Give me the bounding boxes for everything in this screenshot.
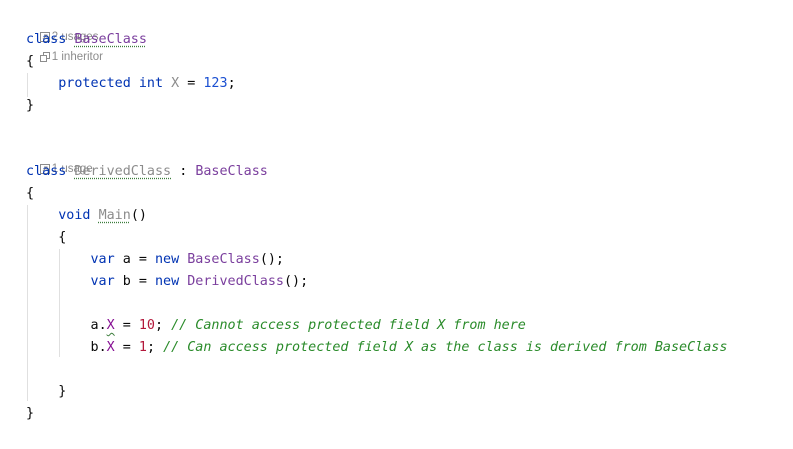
code-line: }: [26, 381, 66, 403]
brace: {: [26, 54, 35, 69]
type-reference[interactable]: BaseClass: [187, 252, 260, 267]
code-line: {: [26, 51, 34, 73]
brace: }: [58, 384, 67, 399]
keyword: protected: [58, 76, 131, 91]
semicolon: ;: [227, 76, 236, 91]
class-name[interactable]: BaseClass: [74, 32, 147, 47]
keyword: var: [90, 274, 115, 289]
variable-name[interactable]: a: [91, 318, 99, 333]
keyword: int: [138, 76, 164, 91]
semicolon: ;: [146, 340, 155, 355]
variable-name[interactable]: a: [123, 252, 131, 267]
comment: // Can access protected field X as the c…: [163, 340, 728, 355]
code-line: protected int X = 123;: [26, 73, 236, 95]
keyword: class: [26, 164, 67, 179]
code-vision-hints: 2 usages 1 inheritor: [27, 10, 114, 63]
variable-name[interactable]: b: [123, 274, 131, 289]
code-line: class DerivedClass : BaseClass: [26, 161, 268, 183]
code-line: }: [26, 95, 34, 117]
code-editor[interactable]: 2 usages 1 inheritor class BaseClass { p…: [0, 0, 793, 449]
operator: =: [187, 76, 196, 91]
inheritor-icon: [39, 52, 50, 62]
brace: {: [26, 186, 35, 201]
code-line: a.X = 10; // Cannot access protected fie…: [26, 315, 526, 337]
code-vision-hints: 1 usage: [27, 142, 104, 175]
call-end: ();: [259, 252, 284, 267]
code-line: var a = new BaseClass();: [26, 249, 285, 271]
dot: .: [98, 318, 107, 333]
number-literal: 10: [138, 318, 155, 333]
keyword: class: [26, 32, 67, 47]
field-name[interactable]: X: [171, 76, 179, 91]
type-reference[interactable]: DerivedClass: [187, 274, 284, 289]
base-type-reference[interactable]: BaseClass: [195, 164, 268, 179]
keyword: new: [155, 252, 180, 267]
operator: =: [122, 318, 131, 333]
variable-name[interactable]: b: [91, 340, 99, 355]
number-literal: 1: [138, 340, 147, 355]
code-line: }: [26, 403, 34, 425]
parens: (): [130, 208, 147, 223]
code-line: void Main(): [26, 205, 147, 227]
code-line: class BaseClass: [26, 29, 147, 51]
code-line: {: [26, 183, 34, 205]
keyword: new: [155, 274, 180, 289]
operator: =: [138, 274, 147, 289]
dot: .: [98, 340, 107, 355]
class-name[interactable]: DerivedClass: [74, 164, 171, 179]
comment: // Cannot access protected field X from …: [171, 318, 526, 333]
operator: =: [122, 340, 131, 355]
colon: :: [179, 164, 188, 179]
field-reference[interactable]: X: [107, 340, 115, 355]
code-line: {: [26, 227, 66, 249]
keyword: var: [90, 252, 115, 267]
call-end: ();: [284, 274, 309, 289]
brace: }: [26, 406, 35, 421]
keyword: void: [58, 208, 91, 223]
code-line: var b = new DerivedClass();: [26, 271, 309, 293]
semicolon: ;: [155, 318, 164, 333]
field-reference-error[interactable]: X: [107, 318, 115, 333]
operator: =: [138, 252, 147, 267]
method-name[interactable]: Main: [99, 208, 131, 223]
code-line: b.X = 1; // Can access protected field X…: [26, 337, 728, 359]
brace: {: [58, 230, 67, 245]
brace: }: [26, 98, 35, 113]
number-literal: 123: [203, 76, 228, 91]
